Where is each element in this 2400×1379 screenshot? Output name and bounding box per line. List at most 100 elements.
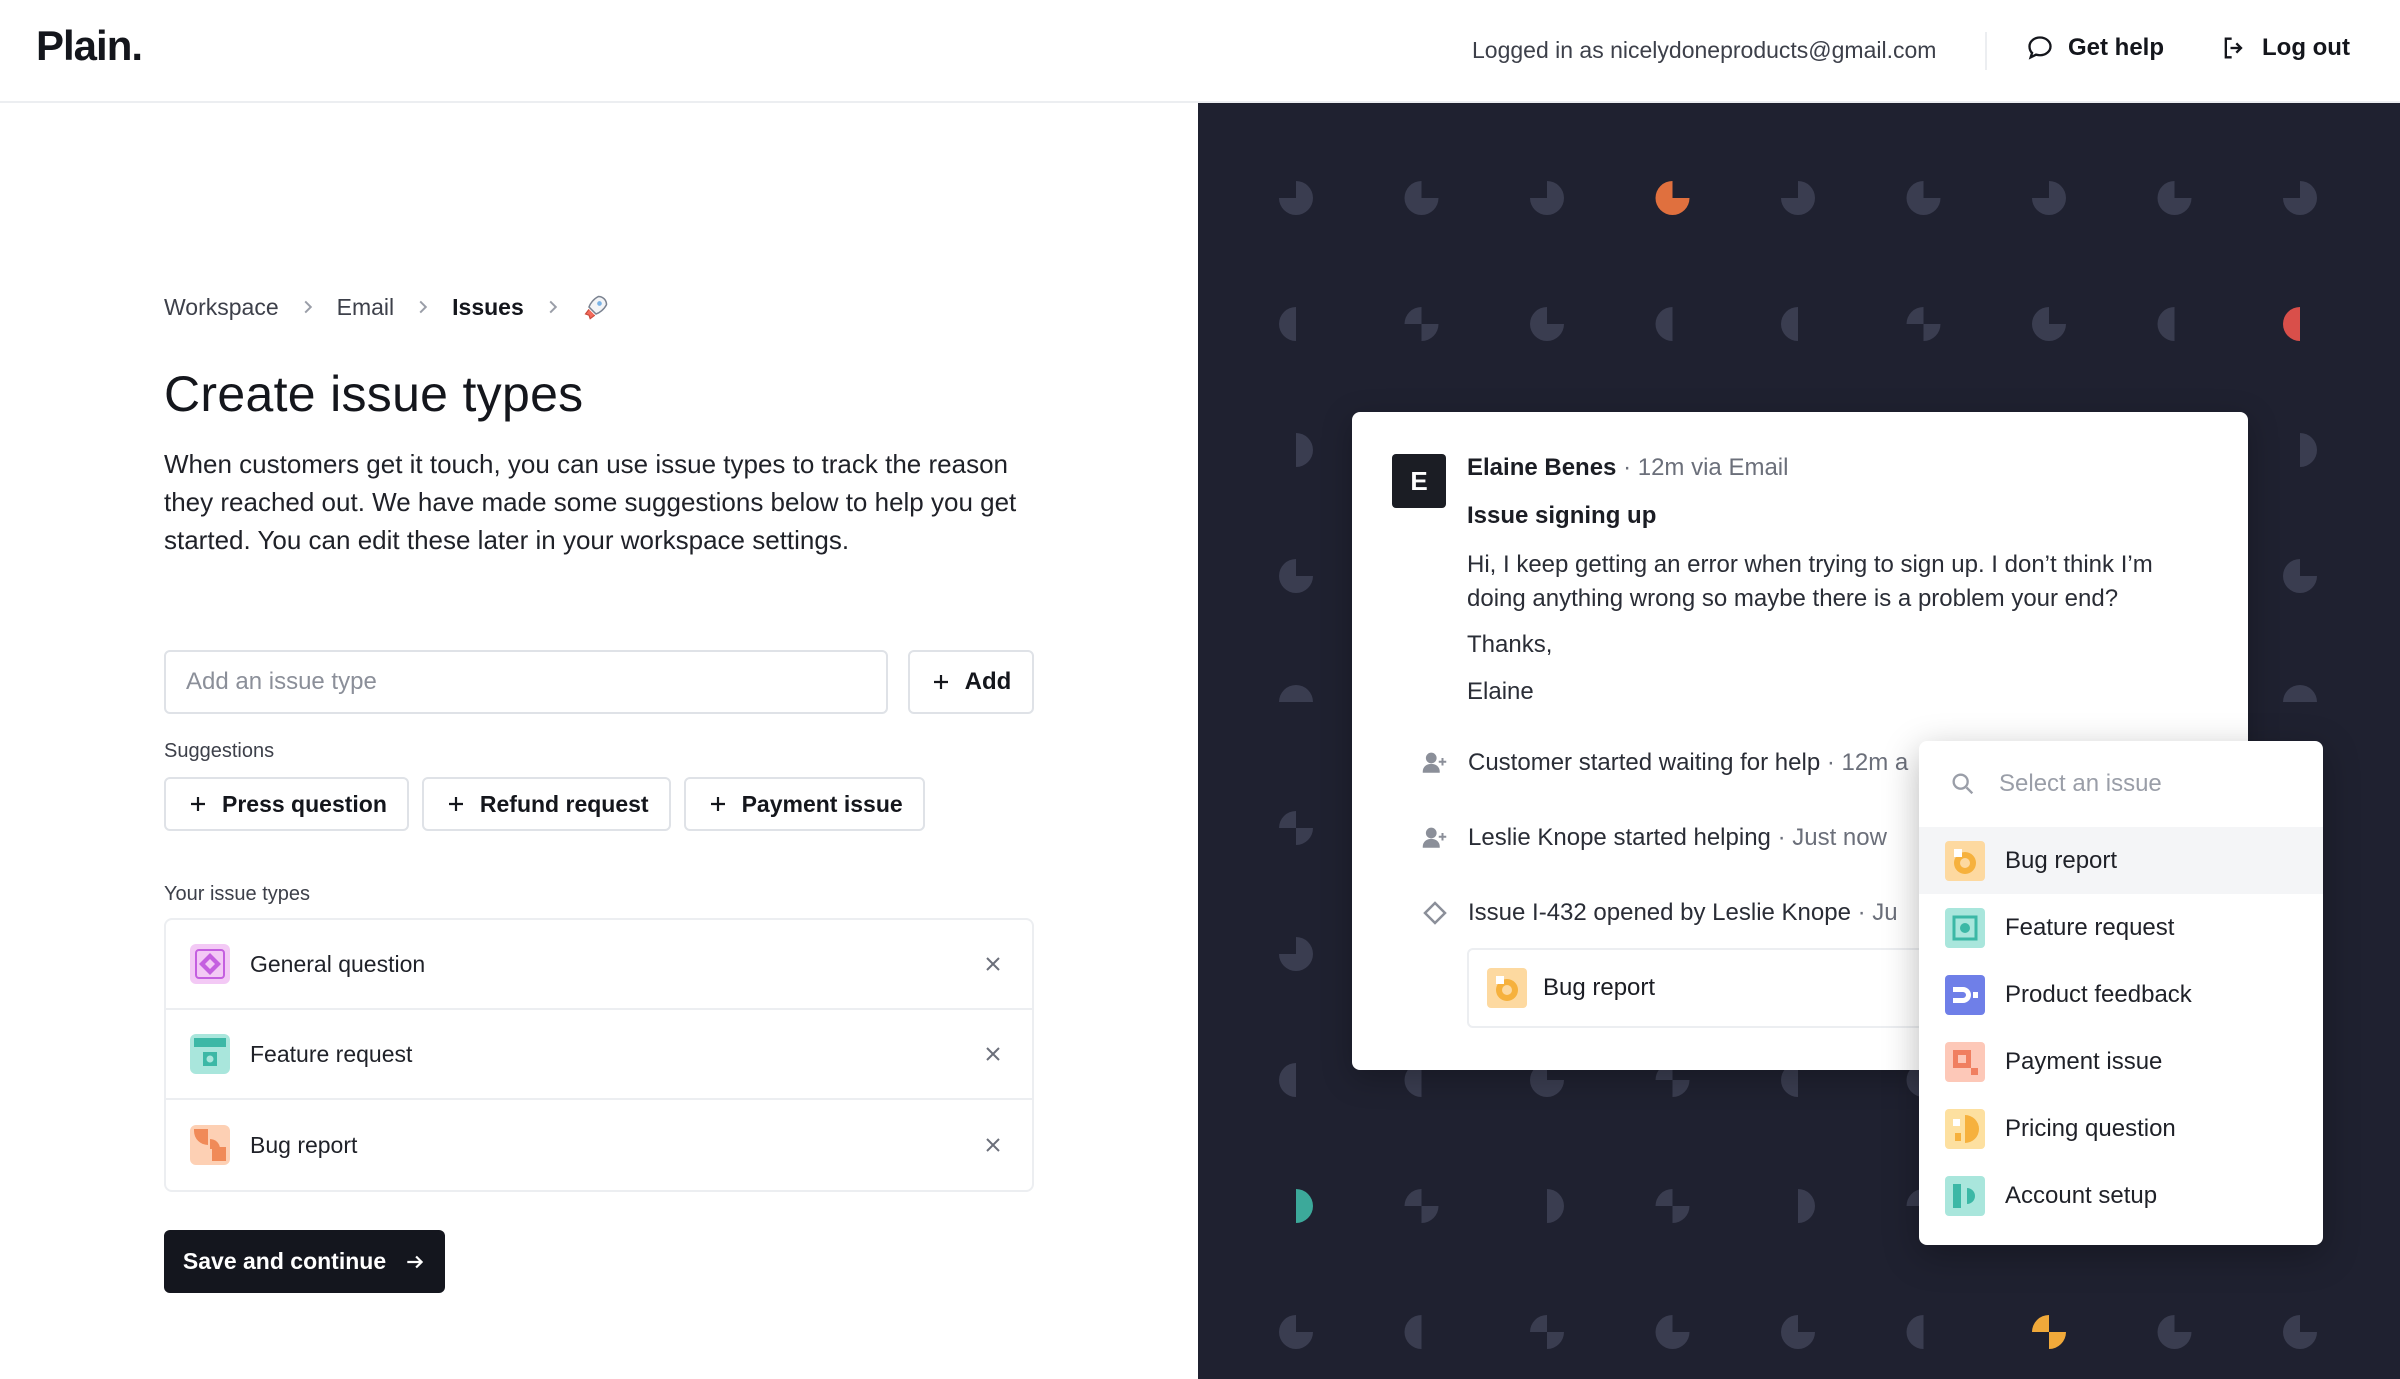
avatar: E	[1392, 454, 1446, 508]
log-out-button[interactable]: Log out	[2220, 34, 2350, 62]
pattern-dot	[1530, 1315, 1564, 1349]
breadcrumb-email[interactable]: Email	[337, 294, 395, 321]
dropdown-option-bug-report[interactable]: Bug report	[1919, 827, 2323, 894]
remove-issue-type-button[interactable]	[978, 1130, 1008, 1160]
timeline-text: Issue I-432 opened by Leslie Knope	[1468, 899, 1851, 926]
suggestion-payment-issue[interactable]: Payment issue	[683, 777, 925, 831]
message-body: Hi, I keep getting an error when trying …	[1467, 551, 2153, 612]
bug-report-icon	[190, 1125, 230, 1165]
payment-issue-icon	[1945, 1041, 1985, 1082]
breadcrumb-workspace[interactable]: Workspace	[164, 294, 279, 321]
pattern-dot	[2157, 1315, 2192, 1349]
arrow-right-icon	[407, 1255, 424, 1268]
pattern-dot	[2032, 307, 2066, 341]
page-description: When customers get it touch, you can use…	[164, 449, 1017, 555]
add-issue-type-button[interactable]: Add	[908, 650, 1034, 714]
issue-pill-label: Bug report	[1543, 974, 1656, 1001]
plain-logo[interactable]: Plain.	[36, 22, 143, 70]
pattern-dot	[1530, 307, 1564, 341]
pattern-dot	[1547, 1189, 1564, 1223]
dropdown-option-label: Product feedback	[2005, 980, 2192, 1008]
dropdown-option-product-feedback[interactable]: Product feedback	[1919, 961, 2323, 1028]
close-icon	[986, 1047, 1000, 1061]
header-divider	[1985, 32, 1987, 70]
get-help-label: Get help	[2068, 34, 2165, 61]
pattern-dot	[1655, 181, 1690, 215]
issue-types-list: General question Feature request Bug rep…	[164, 918, 1034, 1192]
pattern-dot	[1404, 181, 1439, 215]
issue-type-pill[interactable]: Bug report	[1467, 948, 1947, 1028]
get-help-button[interactable]: Get help	[2026, 34, 2164, 62]
issue-search-field[interactable]: Select an issue	[1919, 741, 2323, 827]
user-plus-icon	[1422, 752, 1447, 773]
chevron-right-icon	[549, 300, 557, 314]
pattern-dot	[1296, 1189, 1313, 1223]
dropdown-option-account-setup[interactable]: Account setup	[1919, 1162, 2323, 1229]
chevron-right-icon	[304, 300, 312, 314]
pattern-dot	[2283, 559, 2317, 593]
timeline-item: Leslie Knope started helping · Just now	[1420, 823, 1887, 853]
suggestion-refund-request[interactable]: Refund request	[421, 777, 671, 831]
pattern-dot	[1279, 811, 1313, 845]
timeline-meta: · Ju	[1857, 899, 1898, 926]
pattern-dot	[1655, 1315, 1690, 1349]
suggestion-press-question[interactable]: Press question	[164, 777, 409, 831]
remove-issue-type-button[interactable]	[978, 1039, 1008, 1069]
dropdown-option-pricing-question[interactable]: Pricing question	[1919, 1095, 2323, 1162]
rocket-icon	[584, 295, 608, 320]
pattern-dot	[1279, 685, 1313, 702]
pattern-dot	[1404, 1189, 1439, 1223]
dropdown-option-feature-request[interactable]: Feature request	[1919, 894, 2323, 961]
pattern-dot	[1906, 1315, 1924, 1349]
pattern-dot	[1279, 937, 1313, 971]
suggestions-label: Suggestions	[164, 740, 275, 762]
pattern-dot	[1906, 181, 1941, 215]
timeline-item: Customer started waiting for help · 12m …	[1420, 748, 1908, 778]
chevron-right-icon	[419, 300, 428, 314]
pattern-dot	[2032, 1315, 2066, 1349]
suggestion-label: Refund request	[479, 790, 649, 817]
save-and-continue-button[interactable]: Save and continue	[164, 1230, 445, 1293]
search-icon	[1952, 773, 1974, 795]
issue-type-label: Feature request	[250, 1040, 413, 1067]
breadcrumb: Workspace Email Issues	[164, 293, 610, 321]
plus-icon	[191, 797, 205, 811]
timeline-text: Leslie Knope started helping	[1468, 824, 1771, 851]
account-setup-icon	[1945, 1175, 1985, 1216]
pattern-dot	[1781, 181, 1815, 215]
add-button-label: Add	[964, 668, 1012, 695]
add-issue-type-input[interactable]	[164, 650, 888, 714]
onboarding-form-panel: Workspace Email Issues Create issue type…	[0, 103, 1198, 1379]
log-out-icon	[2224, 37, 2243, 59]
remove-issue-type-button[interactable]	[978, 949, 1008, 979]
product-feedback-icon	[1945, 974, 1985, 1015]
dropdown-option-payment-issue[interactable]: Payment issue	[1919, 1028, 2323, 1095]
sender-meta: · 12m via Email	[1623, 454, 1789, 481]
pattern-dot	[1279, 559, 1313, 593]
message-subject: Issue signing up	[1467, 502, 1657, 529]
pattern-dot	[2283, 181, 2317, 215]
top-header: Plain. Logged in as nicelydoneproducts@g…	[0, 0, 2400, 103]
pattern-dot	[1279, 1315, 1313, 1349]
pattern-dot	[1655, 307, 1673, 341]
pattern-dot	[1279, 181, 1313, 215]
bug-report-icon	[1487, 968, 1527, 1008]
timeline-meta: · Just now	[1777, 824, 1887, 851]
feature-request-icon	[190, 1034, 230, 1074]
pattern-dot	[1655, 1189, 1690, 1223]
save-button-label: Save and continue	[182, 1248, 387, 1274]
pattern-dot	[1404, 1315, 1422, 1349]
user-plus-icon	[1422, 827, 1447, 848]
pattern-dot	[2283, 1315, 2317, 1349]
chat-bubble-icon	[2028, 36, 2052, 60]
pattern-dot	[2283, 685, 2317, 702]
bug-report-icon	[1945, 840, 1985, 881]
dropdown-option-label: Account setup	[2005, 1181, 2158, 1209]
dropdown-option-label: Payment issue	[2005, 1047, 2163, 1075]
message-sender: Elaine Benes · 12m via Email	[1467, 454, 1788, 482]
pattern-dot	[1781, 1315, 1815, 1349]
issue-select-dropdown: Select an issue Bug report Feature reque…	[1919, 741, 2323, 1245]
issue-type-label: Bug report	[250, 1131, 358, 1158]
pattern-dot	[2157, 307, 2175, 341]
your-issue-types-label: Your issue types	[164, 883, 311, 905]
